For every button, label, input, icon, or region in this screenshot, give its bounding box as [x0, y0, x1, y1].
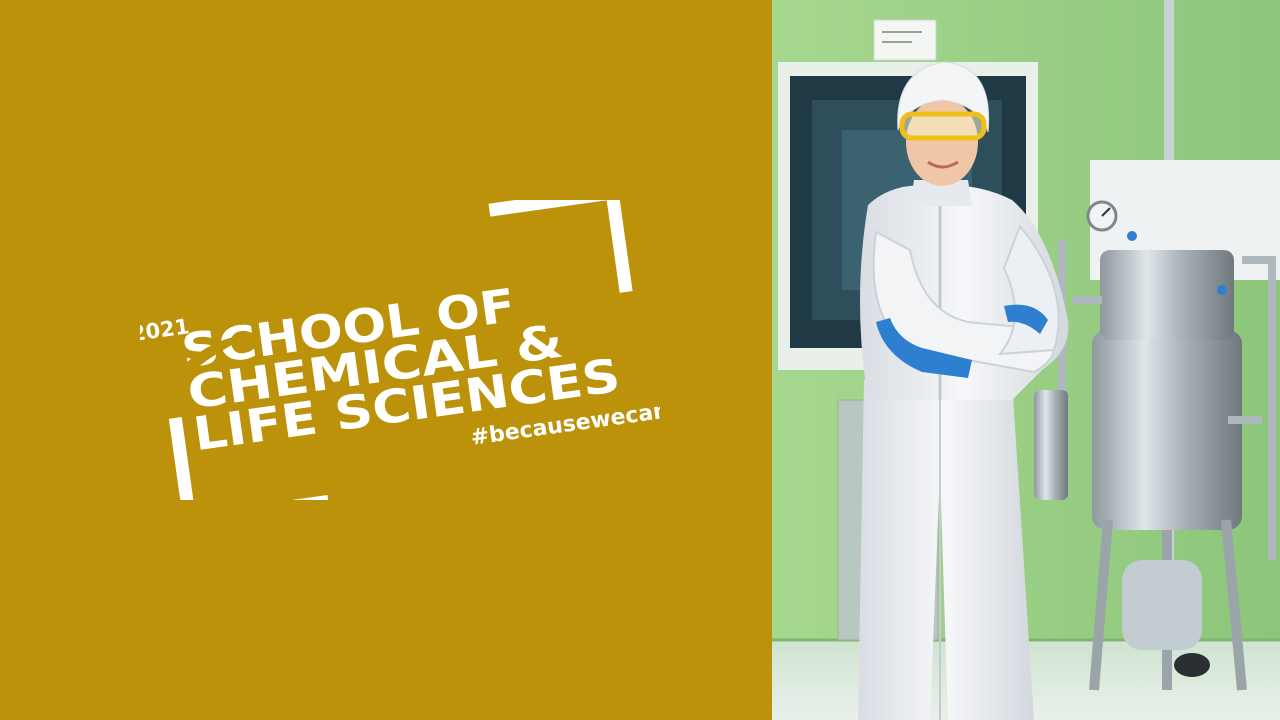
valve-knob — [1217, 285, 1227, 295]
wall-sign — [873, 19, 937, 61]
title-lockup-graphic: 2021 SCHOOL OF CHEMICAL & LIFE SCIENCES … — [140, 200, 660, 500]
title-lockup: 2021 SCHOOL OF CHEMICAL & LIFE SCIENCES … — [140, 200, 660, 500]
gold-panel: 2021 SCHOOL OF CHEMICAL & LIFE SCIENCES … — [0, 0, 772, 720]
safety-goggles-icon — [899, 111, 987, 141]
lab-photo-illustration — [772, 0, 1280, 720]
valve-knob — [1127, 231, 1137, 241]
school-banner: 2021 SCHOOL OF CHEMICAL & LIFE SCIENCES … — [0, 0, 1280, 720]
lab-photo — [772, 0, 1280, 720]
motor-housing — [1122, 560, 1202, 650]
bioreactor-top — [1100, 250, 1234, 340]
bioreactor-tank — [1092, 330, 1242, 530]
side-cylinder — [1034, 390, 1068, 500]
wheel — [1174, 653, 1210, 677]
face — [906, 98, 978, 186]
